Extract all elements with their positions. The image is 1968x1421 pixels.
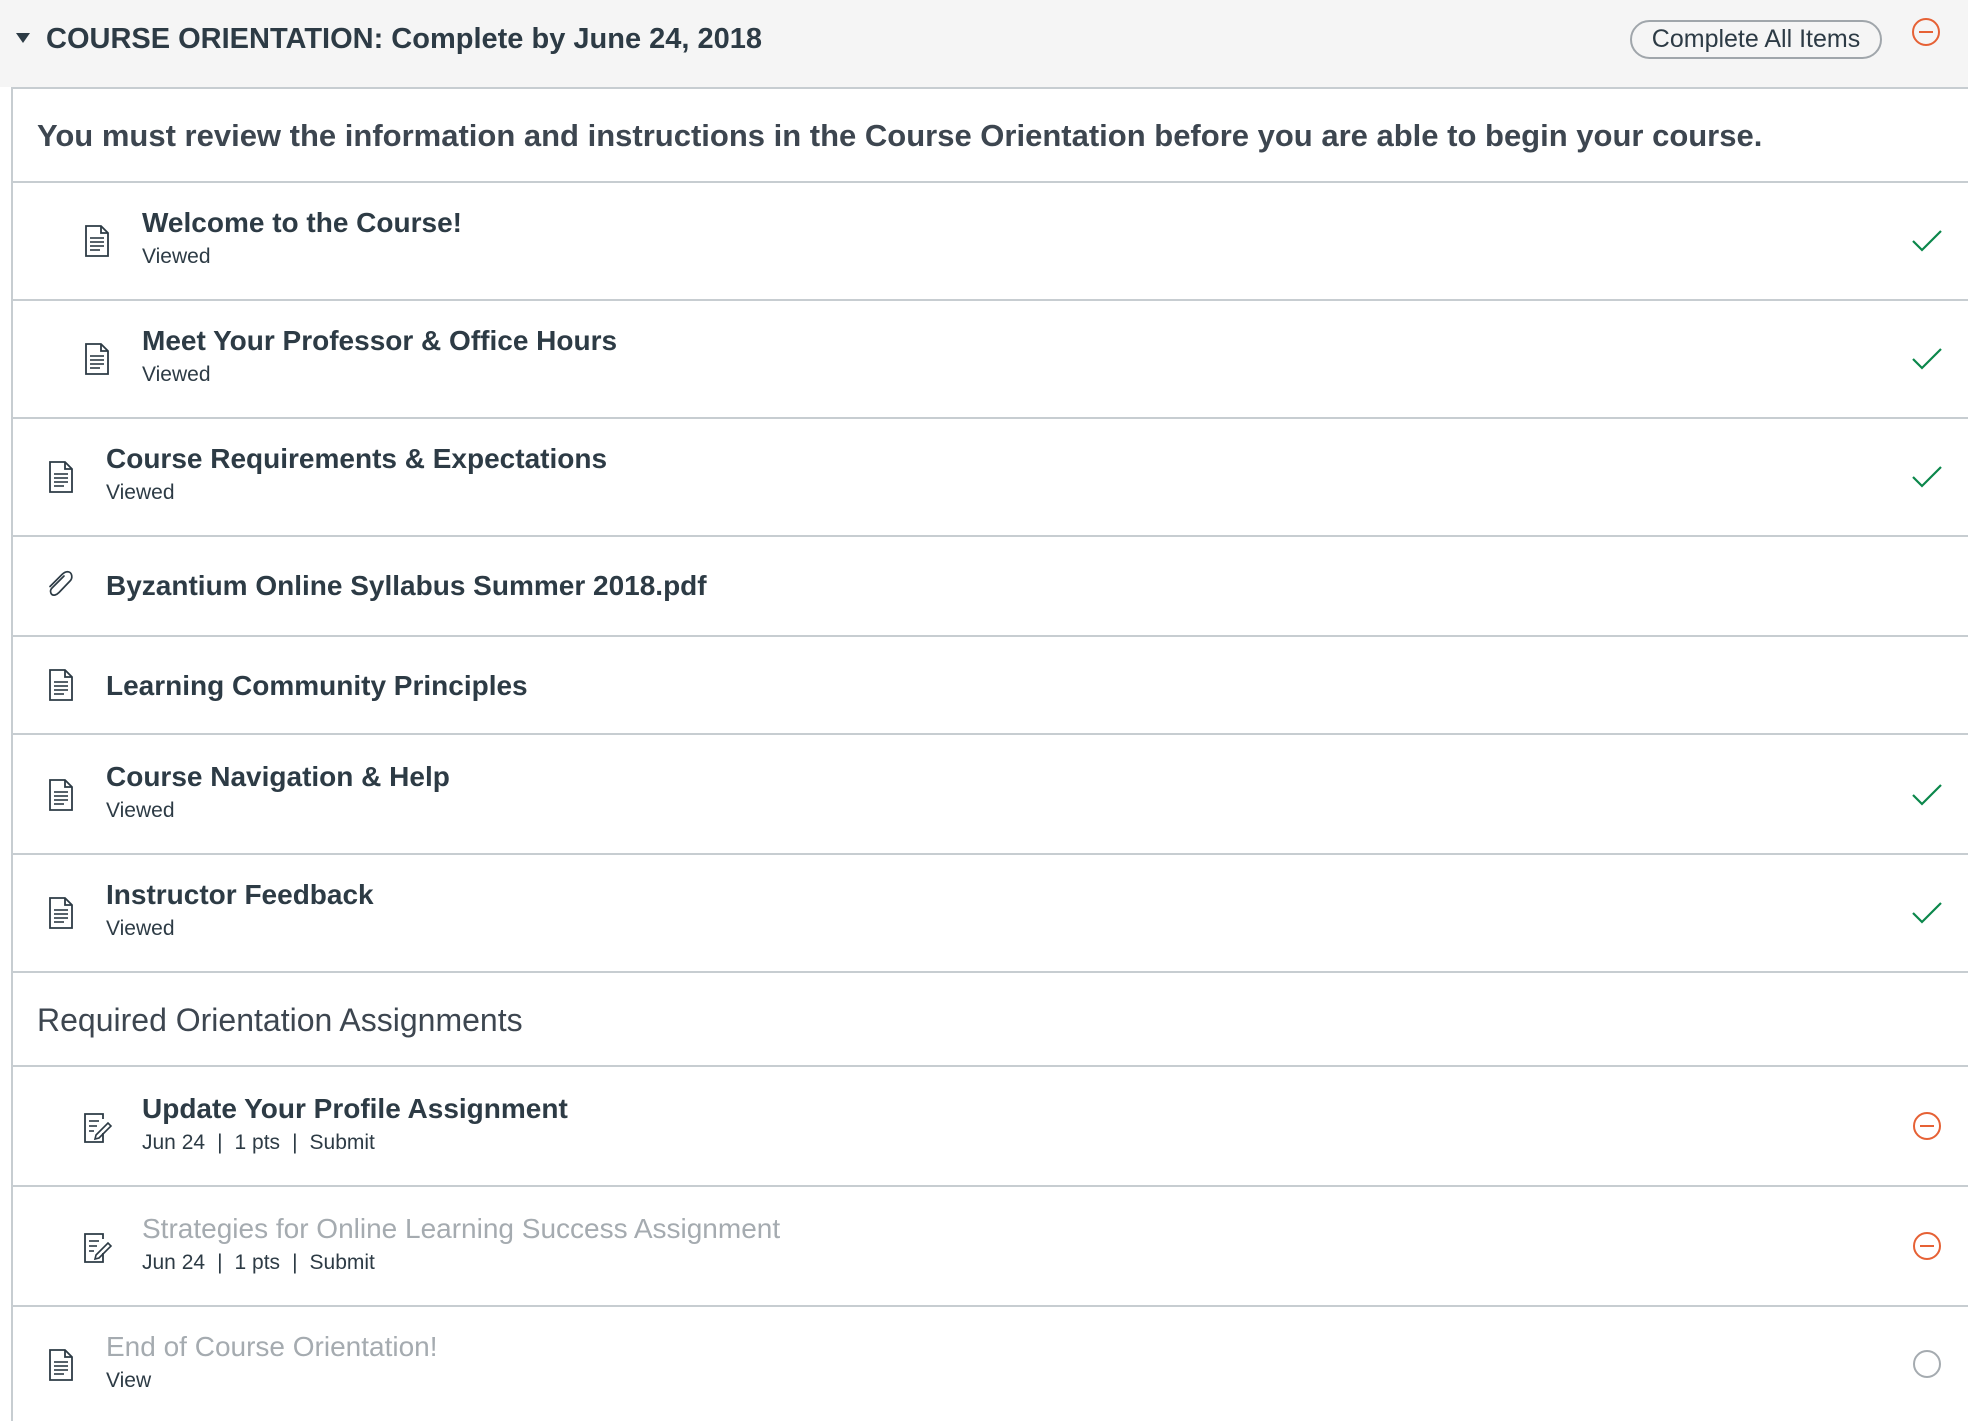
minus-circle-icon bbox=[1912, 18, 1940, 46]
module-header: COURSE ORIENTATION: Complete by June 24,… bbox=[0, 0, 1968, 87]
empty-circle-icon bbox=[1913, 1350, 1941, 1378]
page-icon bbox=[49, 669, 73, 701]
submit-action: Submit bbox=[309, 1131, 375, 1154]
separator: | bbox=[217, 1251, 223, 1274]
page-icon bbox=[49, 1349, 73, 1381]
item-title[interactable]: End of Course Orientation! bbox=[106, 1329, 438, 1365]
assignment-item[interactable]: Strategies for Online Learning Success A… bbox=[13, 1187, 1968, 1307]
item-title[interactable]: Meet Your Professor & Office Hours bbox=[142, 323, 617, 359]
module-content: You must review the information and inst… bbox=[11, 87, 1968, 1421]
assignment-icon bbox=[84, 1233, 113, 1263]
assignment-details: Jun 24 | 1 pts | Submit bbox=[142, 1129, 375, 1157]
module-item[interactable]: Course Requirements & Expectations Viewe… bbox=[13, 419, 1968, 537]
intro-text: You must review the information and inst… bbox=[37, 118, 1763, 153]
page-icon bbox=[49, 461, 73, 493]
due-date: Jun 24 bbox=[142, 1131, 206, 1154]
separator: | bbox=[292, 1131, 298, 1154]
module-item[interactable]: End of Course Orientation! View bbox=[13, 1307, 1968, 1421]
page-icon bbox=[85, 343, 109, 375]
separator: | bbox=[217, 1131, 223, 1154]
item-status-text: View bbox=[106, 1369, 152, 1392]
module-item[interactable]: Instructor Feedback Viewed bbox=[13, 855, 1968, 973]
section-header: Required Orientation Assignments bbox=[13, 973, 1968, 1067]
assignment-item[interactable]: Update Your Profile Assignment Jun 24 | 1 … bbox=[13, 1067, 1968, 1187]
item-status-text: Viewed bbox=[106, 917, 175, 940]
section-title: Required Orientation Assignments bbox=[37, 1002, 523, 1038]
check-icon bbox=[1912, 902, 1942, 924]
check-icon bbox=[1912, 230, 1942, 252]
page-icon bbox=[49, 779, 73, 811]
item-title[interactable]: Instructor Feedback bbox=[106, 877, 374, 913]
item-title[interactable]: Welcome to the Course! bbox=[142, 205, 462, 241]
item-title[interactable]: Learning Community Principles bbox=[106, 668, 528, 704]
module-item[interactable]: Byzantium Online Syllabus Summer 2018.pd… bbox=[13, 537, 1968, 637]
module-item[interactable]: Meet Your Professor & Office Hours Viewe… bbox=[13, 301, 1968, 419]
item-title[interactable]: Course Navigation & Help bbox=[106, 759, 450, 795]
minus-circle-icon bbox=[1913, 1232, 1941, 1260]
page-icon bbox=[49, 897, 73, 929]
page-icon bbox=[85, 225, 109, 257]
points: 1 pts bbox=[234, 1131, 281, 1154]
assignment-details: Jun 24 | 1 pts | Submit bbox=[142, 1249, 375, 1277]
item-status-text: Viewed bbox=[106, 799, 175, 822]
paperclip-icon bbox=[49, 570, 73, 596]
check-icon bbox=[1912, 784, 1942, 806]
intro-row: You must review the information and inst… bbox=[13, 89, 1968, 183]
check-icon bbox=[1912, 348, 1942, 370]
item-title[interactable]: Course Requirements & Expectations bbox=[106, 441, 607, 477]
check-icon bbox=[1912, 466, 1942, 488]
due-date: Jun 24 bbox=[142, 1251, 206, 1274]
module-item[interactable]: Welcome to the Course! Viewed bbox=[13, 183, 1968, 301]
module-title[interactable]: COURSE ORIENTATION: Complete by June 24,… bbox=[46, 20, 762, 58]
submit-action: Submit bbox=[309, 1251, 375, 1274]
item-status-text: Viewed bbox=[142, 363, 211, 386]
minus-circle-icon bbox=[1913, 1112, 1941, 1140]
complete-all-items-button[interactable]: Complete All Items bbox=[1630, 20, 1882, 59]
assignment-icon bbox=[84, 1113, 113, 1143]
assignment-title[interactable]: Update Your Profile Assignment bbox=[142, 1091, 568, 1127]
item-title[interactable]: Byzantium Online Syllabus Summer 2018.pd… bbox=[106, 568, 707, 604]
assignment-title[interactable]: Strategies for Online Learning Success A… bbox=[142, 1211, 780, 1247]
points: 1 pts bbox=[234, 1251, 281, 1274]
item-status-text: Viewed bbox=[106, 481, 175, 504]
module-item[interactable]: Course Navigation & Help Viewed bbox=[13, 735, 1968, 855]
collapse-toggle-icon[interactable] bbox=[16, 33, 30, 43]
module-item[interactable]: Learning Community Principles bbox=[13, 637, 1968, 735]
separator: | bbox=[292, 1251, 298, 1274]
item-status-text: Viewed bbox=[142, 245, 211, 268]
